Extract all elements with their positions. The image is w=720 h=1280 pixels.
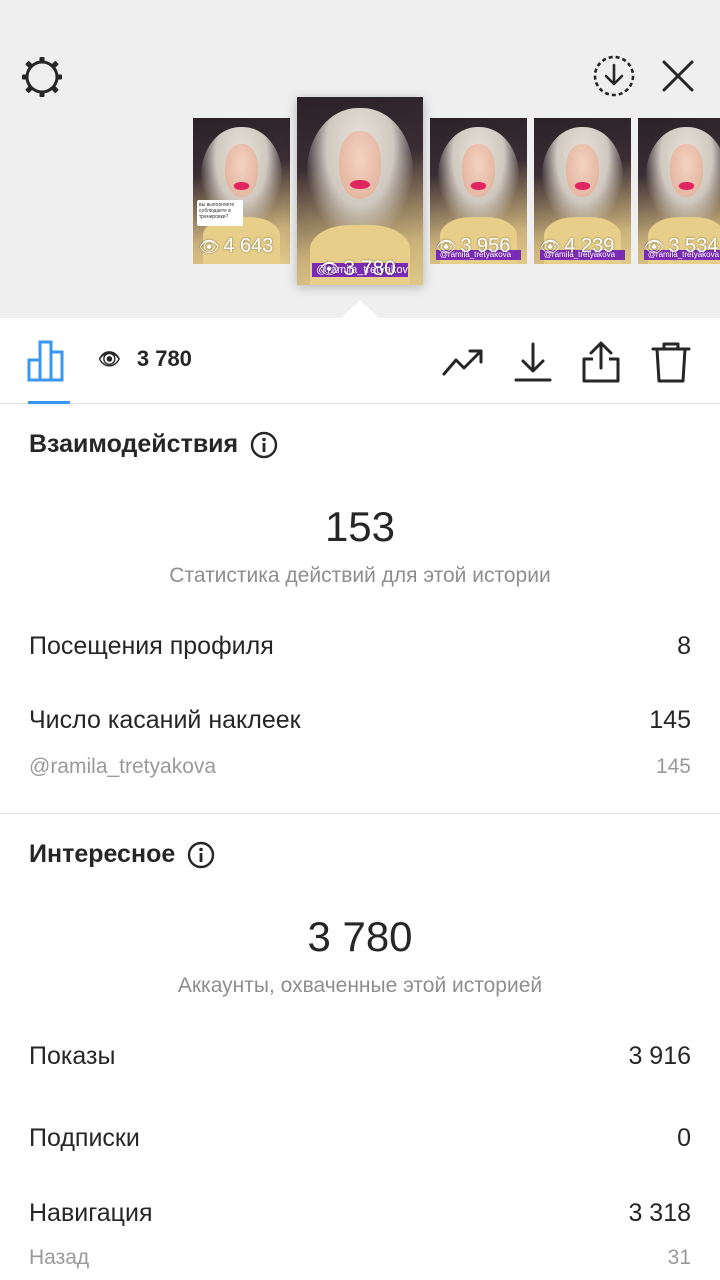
story-thumbnail[interactable]: @ramila_tretyakova 👁 4 239 <box>534 118 631 264</box>
eye-icon: 👁 <box>540 238 561 256</box>
info-icon[interactable] <box>187 841 215 869</box>
story-thumbnail[interactable]: вы выполняете соблюдаете в тренировки? 👁… <box>193 118 290 264</box>
interactions-section-title: Взаимодействия <box>29 430 278 459</box>
eye-icon: 👁 <box>436 238 457 256</box>
stat-subrow-mention: @ramila_tretyakova 145 <box>29 755 691 778</box>
eye-icon: 👁 <box>98 348 121 369</box>
share-icon[interactable] <box>579 340 623 384</box>
thumbnail-views: 👁 4 643 <box>199 235 274 257</box>
thumbnail-views: 👁 3 780 <box>319 257 396 280</box>
stat-row-follows: Подписки 0 <box>29 1124 691 1152</box>
info-icon[interactable] <box>250 431 278 459</box>
story-thumbnail[interactable]: @ramila_tretyakova 👁 3 956 <box>430 118 527 264</box>
stat-subrow-back: Назад 31 <box>29 1246 691 1269</box>
selection-pointer <box>340 300 380 319</box>
eye-icon: 👁 <box>199 238 220 256</box>
discovery-caption: Аккаунты, охваченные этой историей <box>177 974 543 997</box>
stat-row-impressions: Показы 3 916 <box>29 1042 691 1070</box>
story-thumbnail-current[interactable]: @ramila_tretyakova 👁 3 780 <box>297 97 423 285</box>
interactions-caption: Статистика действий для этой истории <box>169 564 551 587</box>
story-carousel-area: вы выполняете соблюдаете в тренировки? 👁… <box>0 0 720 318</box>
views-count: 👁 3 780 <box>98 346 192 371</box>
trash-icon[interactable] <box>649 340 693 384</box>
close-icon[interactable] <box>658 56 698 96</box>
download-icon[interactable] <box>511 340 555 384</box>
section-divider <box>0 813 720 814</box>
bar-chart-icon[interactable] <box>24 338 72 382</box>
eye-icon: 👁 <box>644 238 665 256</box>
stat-row-navigation: Навигация 3 318 <box>29 1199 691 1227</box>
poll-sticker: вы выполняете соблюдаете в тренировки? <box>197 200 243 226</box>
stat-row-profile-visits: Посещения профиля 8 <box>29 632 691 660</box>
thumbnail-views: 👁 3 534 <box>644 235 719 257</box>
discovery-section-title: Интересное <box>29 840 215 869</box>
story-thumbnails: вы выполняете соблюдаете в тренировки? 👁… <box>0 0 720 318</box>
trending-icon[interactable] <box>441 340 485 384</box>
download-circle-icon[interactable] <box>591 53 637 99</box>
discovery-total: 3 780 <box>307 913 413 960</box>
stat-row-sticker-taps: Число касаний наклеек 145 <box>29 706 691 734</box>
interactions-total: 153 <box>324 503 396 550</box>
thumbnail-views: 👁 4 239 <box>540 235 615 257</box>
settings-icon[interactable] <box>20 55 64 99</box>
thumbnail-views: 👁 3 956 <box>436 235 511 257</box>
story-thumbnail[interactable]: @ramila_tretyakova 👁 3 534 <box>638 118 720 264</box>
eye-icon: 👁 <box>319 261 340 278</box>
tab-underline <box>28 401 70 404</box>
insights-toolbar: 👁 3 780 <box>0 318 720 404</box>
